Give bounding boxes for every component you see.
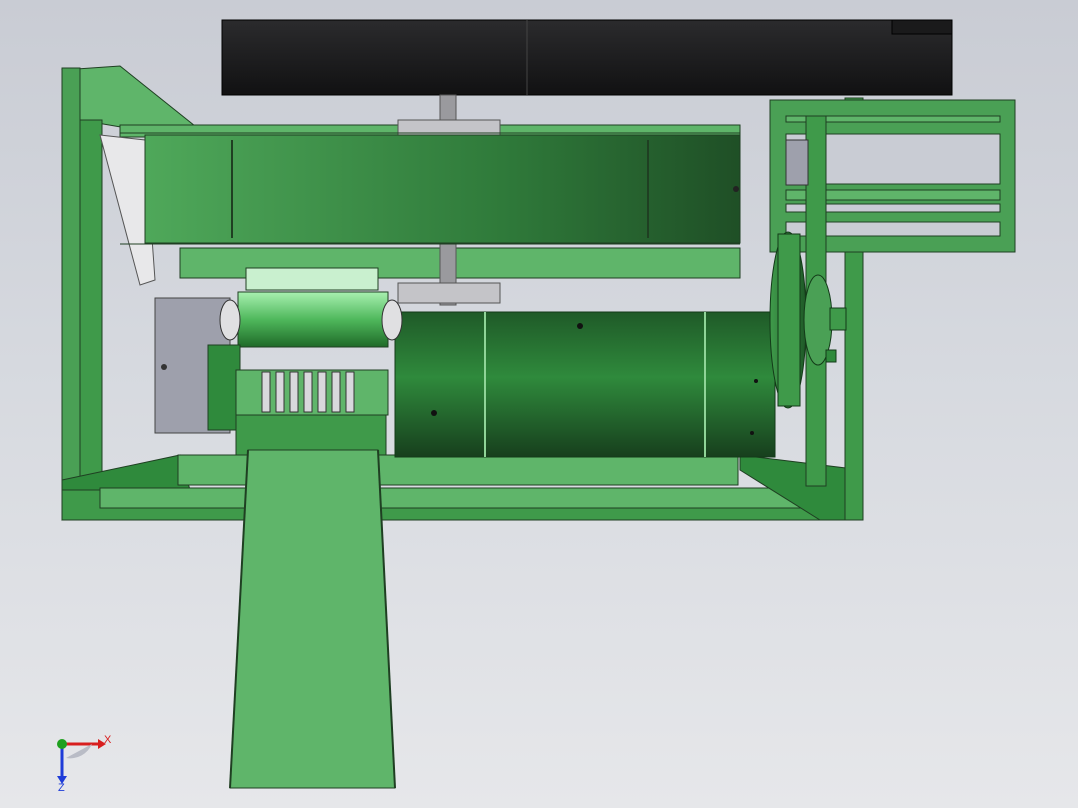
discharge-chute	[229, 449, 396, 789]
triad-plane	[66, 744, 92, 759]
cutter-blades	[261, 371, 355, 413]
shaft-bearing-bottom	[397, 282, 501, 304]
axis-triad: X Z	[57, 734, 112, 794]
shaft-bearing-top	[397, 119, 501, 137]
bolt-icon	[161, 364, 167, 370]
roller-assembly	[207, 267, 403, 456]
z-axis-label: Z	[58, 782, 65, 794]
conveyor-belt	[120, 132, 741, 245]
machine-model[interactable]: X Z	[0, 0, 1078, 808]
main-drum	[394, 311, 776, 458]
x-axis-label: X	[104, 734, 112, 746]
top-hopper	[221, 19, 953, 96]
cad-viewport[interactable]: X Z	[0, 0, 1078, 808]
y-axis-origin	[57, 739, 67, 749]
